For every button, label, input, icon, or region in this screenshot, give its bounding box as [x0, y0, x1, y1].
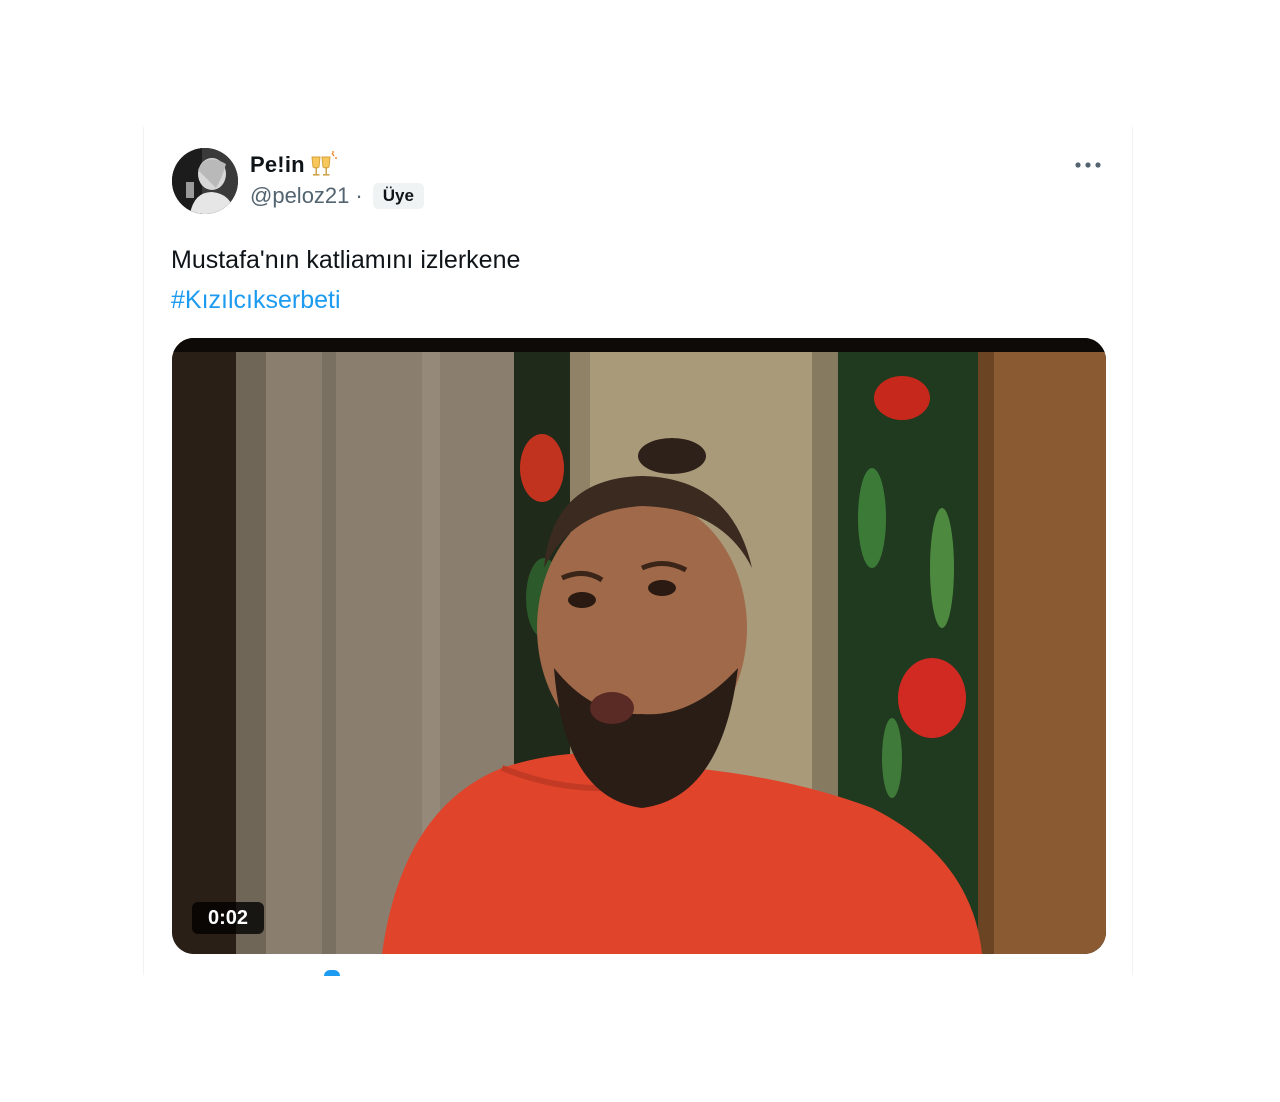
video-frame	[172, 338, 1106, 954]
display-name-row[interactable]: Pe!in	[250, 151, 337, 179]
avatar[interactable]	[172, 148, 238, 214]
video-duration-badge: 0:02	[192, 902, 264, 934]
display-name[interactable]: Pe!in	[250, 152, 305, 178]
more-button[interactable]	[1072, 151, 1104, 179]
more-horizontal-icon	[1075, 162, 1101, 168]
tweet-body: Mustafa'nın katliamını izlerkene	[171, 246, 521, 274]
clinking-glasses-icon	[307, 151, 337, 179]
handle-row: @peloz21 · Üye	[250, 183, 424, 209]
tweet-card[interactable]: Pe!in @peloz21 · Üye Mustafa'nın katliam…	[143, 127, 1133, 976]
hashtag-link[interactable]: #Kızılcıkserbeti	[171, 280, 1091, 320]
separator-dot: ·	[355, 183, 363, 208]
video-player[interactable]: 0:02	[172, 338, 1106, 954]
action-bar-hint	[324, 970, 340, 976]
tweet-text: Mustafa'nın katliamını izlerkene #Kızılc…	[171, 240, 1091, 320]
user-handle[interactable]: @peloz21	[250, 183, 349, 209]
member-badge[interactable]: Üye	[372, 183, 424, 209]
